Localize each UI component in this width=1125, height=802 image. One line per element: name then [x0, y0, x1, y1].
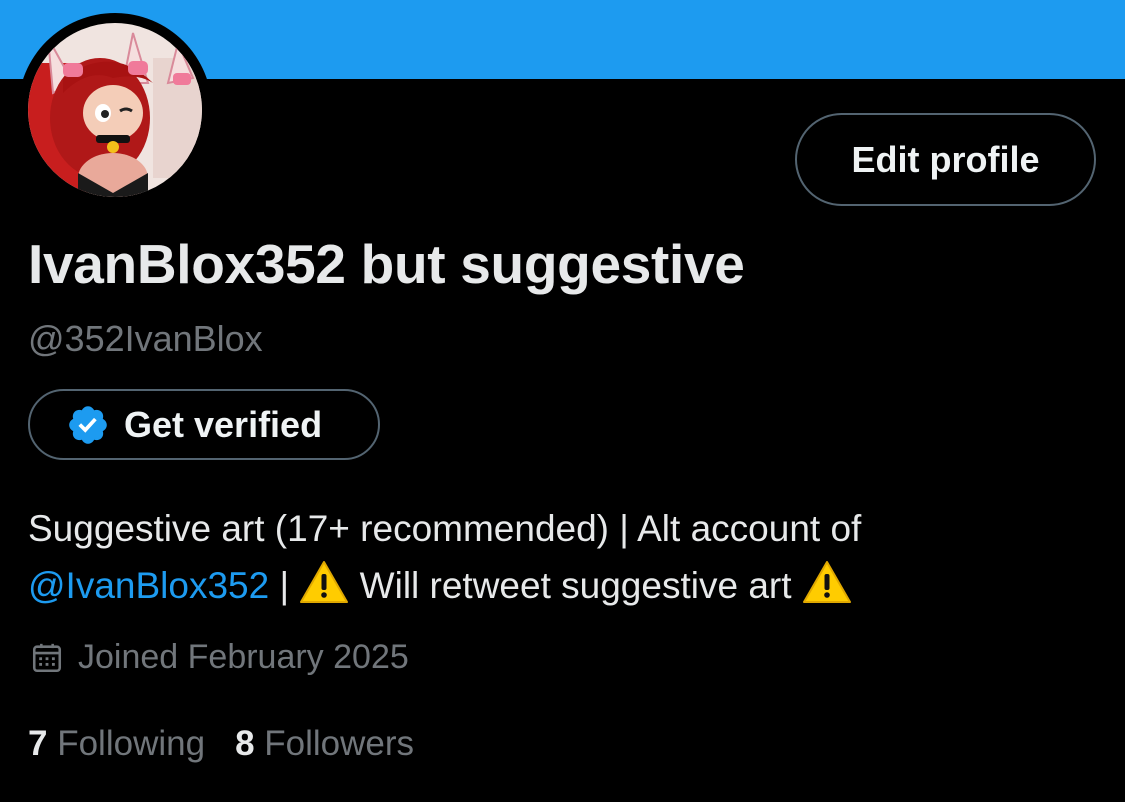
joined-date: Joined February 2025 [30, 638, 409, 677]
bio-mention-link[interactable]: @IvanBlox352 [28, 565, 269, 606]
edit-profile-label: Edit profile [851, 138, 1040, 180]
following-link[interactable]: 7 Following [28, 724, 205, 764]
edit-profile-button[interactable]: Edit profile [795, 113, 1096, 206]
followers-link[interactable]: 8 Followers [235, 724, 414, 764]
calendar-icon [32, 643, 62, 672]
joined-text: Joined February 2025 [78, 638, 409, 676]
following-label: Following [57, 724, 206, 763]
warning-icon [300, 561, 349, 603]
get-verified-button[interactable]: Get verified [28, 389, 380, 460]
followers-label: Followers [264, 724, 415, 763]
display-name: IvanBlox352 but suggestive [28, 233, 745, 295]
avatar[interactable] [18, 13, 212, 207]
following-count: 7 [28, 724, 48, 763]
avatar-illustration [28, 23, 202, 197]
verified-badge-icon [69, 405, 107, 444]
bio-text-3: Will retweet suggestive art [349, 565, 802, 606]
bio: Suggestive art (17+ recommended) | Alt a… [28, 500, 1108, 614]
bio-text-2: | [269, 565, 300, 606]
bio-text-1: Suggestive art (17+ recommended) | Alt a… [28, 508, 862, 549]
warning-icon [802, 561, 851, 603]
followers-count: 8 [235, 724, 255, 763]
follow-stats: 7 Following 8 Followers [28, 724, 414, 764]
get-verified-label: Get verified [124, 403, 323, 445]
handle: @352IvanBlox [28, 318, 263, 359]
avatar-image [28, 23, 202, 197]
